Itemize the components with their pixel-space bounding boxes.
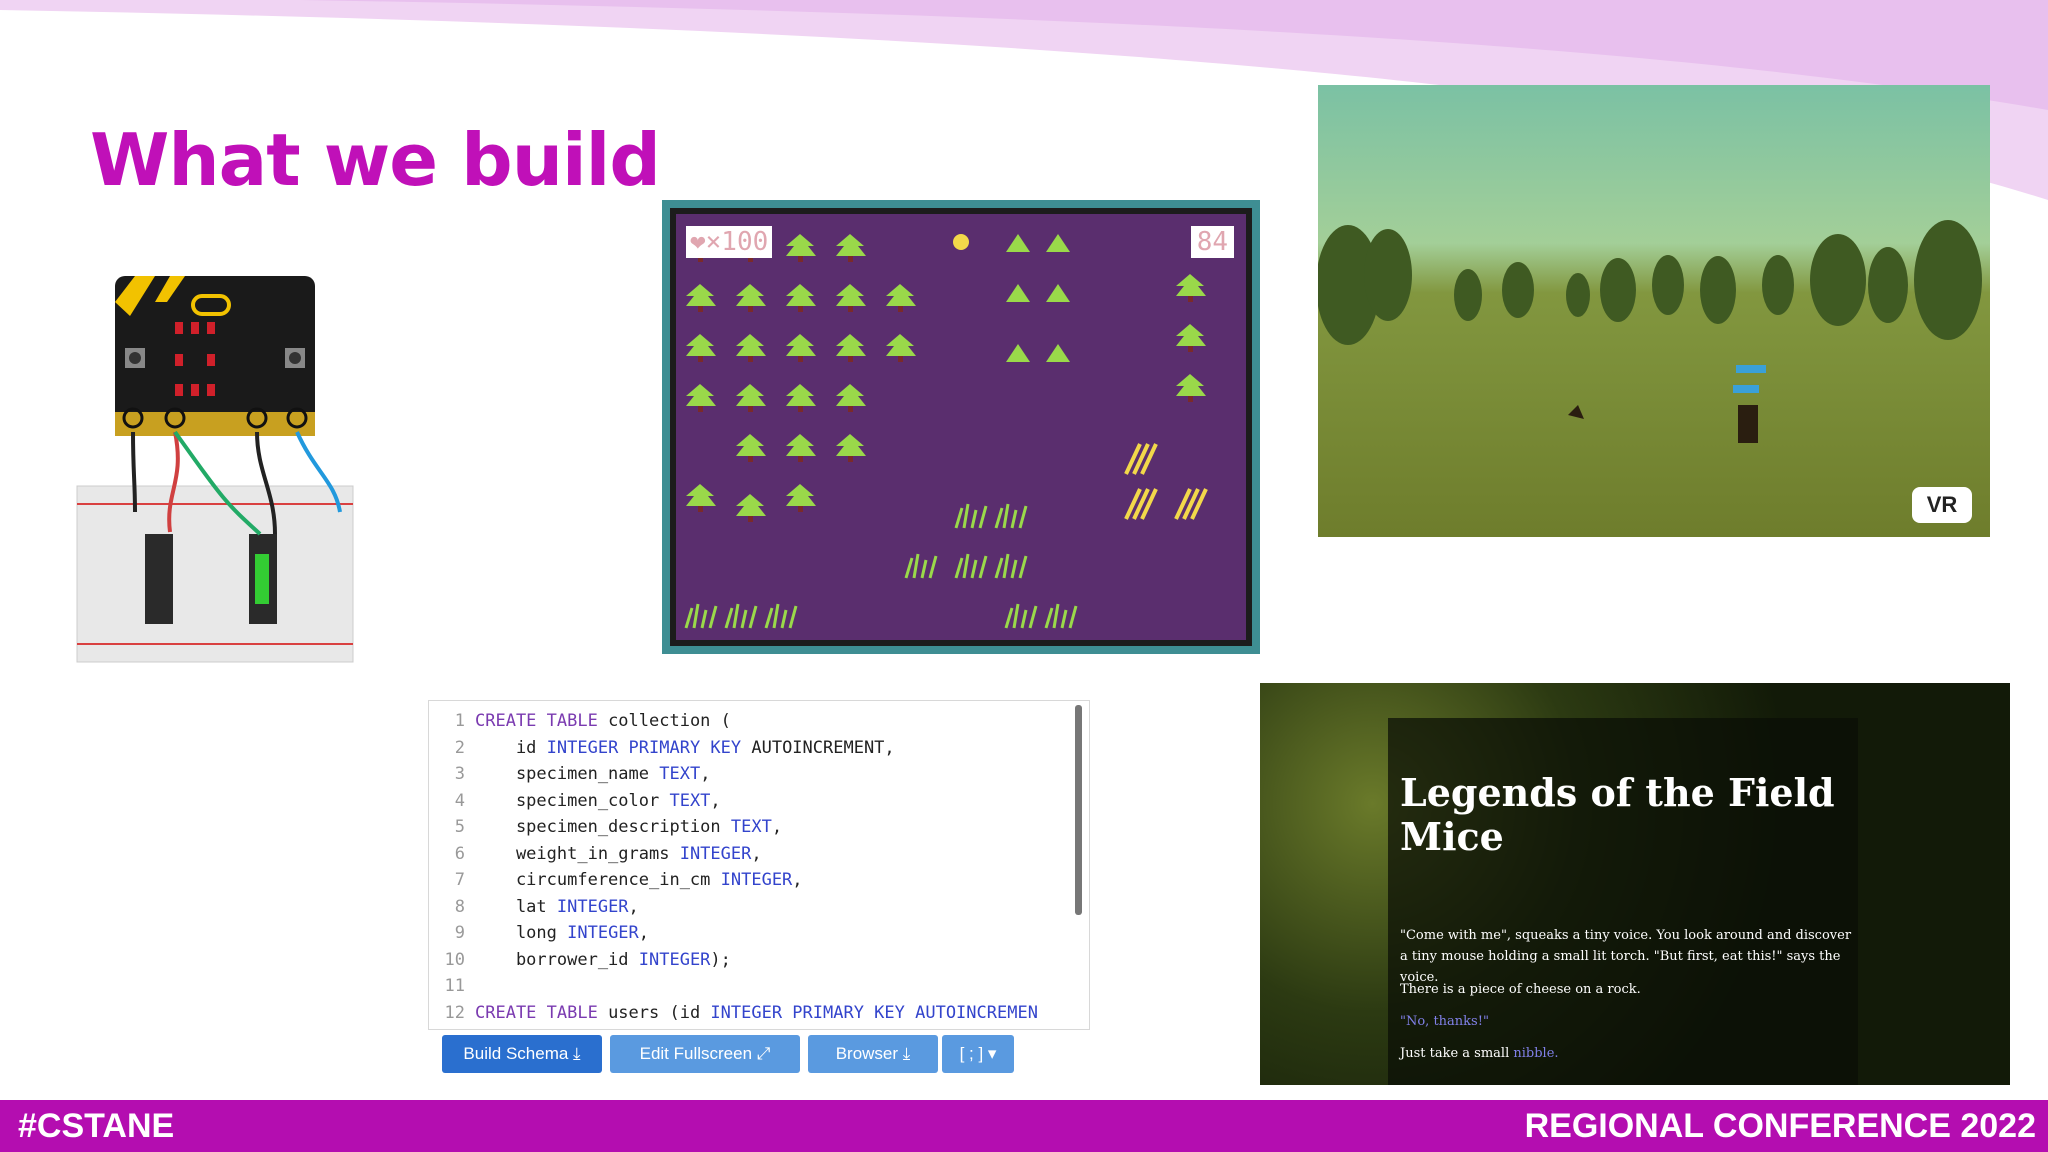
line-number: 3	[454, 764, 465, 784]
microbit-breadboard-illustration	[76, 276, 354, 663]
vr-landscape	[1318, 220, 1982, 443]
code-line: 11	[429, 976, 475, 996]
code-line: 12 CREATE TABLE users (id INTEGER PRIMARY…	[429, 1003, 1038, 1023]
code-line: 3 specimen_name TEXT,	[429, 764, 711, 784]
game-tiles	[684, 234, 1208, 630]
line-number: 10	[444, 949, 465, 970]
code-segment: specimen_description	[475, 817, 731, 837]
editor-scrollbar[interactable]	[1075, 705, 1082, 915]
line-number: 12	[444, 1002, 465, 1023]
code-line: 4 specimen_color TEXT,	[429, 791, 721, 811]
vr-toggle-button[interactable]: VR	[1912, 487, 1972, 523]
code-segment: CREATE TABLE	[475, 1002, 598, 1023]
code-line: 6 weight_in_grams INTEGER,	[429, 844, 762, 864]
code-line: 2 id INTEGER PRIMARY KEY AUTOINCREMENT,	[429, 738, 895, 758]
line-number: 1	[454, 711, 465, 731]
code-line: 1 CREATE TABLE collection (	[429, 711, 731, 731]
line-number: 4	[454, 790, 465, 811]
line-number: 6	[454, 843, 465, 864]
delimiter-dropdown[interactable]: [ ; ] ▾	[942, 1035, 1014, 1073]
line-number: 2	[454, 737, 465, 758]
vr-scene-screenshot: VR	[1318, 85, 1990, 537]
interactive-fiction-screenshot: Legends of the Field Mice "Come with me"…	[1260, 683, 2010, 1085]
code-segment: INTEGER	[720, 870, 793, 890]
code-segment: ,	[638, 923, 650, 943]
slide-title: What we build	[90, 118, 661, 202]
code-segment: collection (	[597, 711, 731, 731]
story-text: Just take a small	[1400, 1046, 1514, 1061]
code-segment: ,	[628, 896, 639, 917]
game-viewport: ❤×100 84	[670, 208, 1252, 646]
story-title: Legends of the Field Mice	[1400, 770, 1835, 859]
story-paragraph: Just take a small nibble.	[1400, 1043, 1855, 1064]
line-number: 8	[454, 896, 465, 917]
code-segment: TEXT	[730, 817, 772, 837]
code-segment: INTEGER PRIMARY KEY	[546, 737, 742, 758]
edit-fullscreen-button[interactable]: Edit Fullscreen ⤢	[610, 1035, 800, 1073]
code-segment: specimen_name	[475, 764, 660, 784]
browser-button[interactable]: Browser ⤓	[808, 1035, 938, 1073]
code-segment: INTEGER	[638, 949, 711, 970]
code-segment: TEXT	[669, 790, 711, 811]
code-segment: INTEGER	[567, 923, 639, 943]
story-choice-link[interactable]: nibble.	[1513, 1046, 1558, 1061]
line-number: 7	[454, 870, 465, 890]
code-segment: lat	[475, 896, 557, 917]
code-segment: INTEGER PRIMARY KEY AUTOINCREMEN	[710, 1002, 1038, 1023]
footer-conference: REGIONAL CONFERENCE 2022	[1524, 1107, 2036, 1145]
code-segment: );	[710, 949, 731, 970]
code-line: 8 lat INTEGER,	[429, 897, 639, 917]
sql-code-editor[interactable]: 1 CREATE TABLE collection ( 2 id INTEGER P…	[428, 700, 1090, 1030]
code-segment: INTEGER	[679, 843, 752, 864]
footer-hashtag: #CSTANE	[18, 1107, 175, 1145]
lives-counter: ❤×100	[686, 226, 773, 258]
code-segment: ,	[710, 790, 721, 811]
code-line: 7 circumference_in_cm INTEGER,	[429, 870, 803, 890]
code-segment: INTEGER	[556, 896, 629, 917]
line-number: 11	[444, 976, 465, 996]
code-segment: id	[475, 737, 547, 758]
line-number: 5	[454, 817, 465, 837]
game-screenshot: ❤×100 84	[662, 200, 1260, 654]
code-segment: long	[475, 923, 568, 943]
code-segment: CREATE TABLE	[475, 711, 598, 731]
story-choice-link[interactable]: "No, thanks!"	[1400, 1011, 1855, 1032]
code-segment: ,	[700, 764, 711, 784]
code-segment: ,	[751, 843, 762, 864]
code-segment: specimen_color	[475, 790, 670, 811]
line-number: 9	[454, 923, 465, 943]
code-segment: AUTOINCREMENT,	[741, 737, 895, 758]
code-segment: borrower_id	[475, 949, 639, 970]
build-schema-button[interactable]: Build Schema ⤓	[442, 1035, 602, 1073]
code-segment: users (id	[597, 1002, 711, 1023]
code-segment: weight_in_grams	[475, 843, 680, 864]
code-segment: TEXT	[659, 764, 701, 784]
story-paragraph: There is a piece of cheese on a rock.	[1400, 982, 1641, 997]
score-counter: 84	[1190, 226, 1234, 258]
code-line: 9 long INTEGER,	[429, 923, 649, 943]
code-line: 10 borrower_id INTEGER);	[429, 950, 731, 970]
code-segment: ,	[771, 817, 783, 837]
code-segment: ,	[792, 870, 803, 890]
code-segment: circumference_in_cm	[475, 870, 721, 890]
code-line: 5 specimen_description TEXT,	[429, 817, 782, 837]
